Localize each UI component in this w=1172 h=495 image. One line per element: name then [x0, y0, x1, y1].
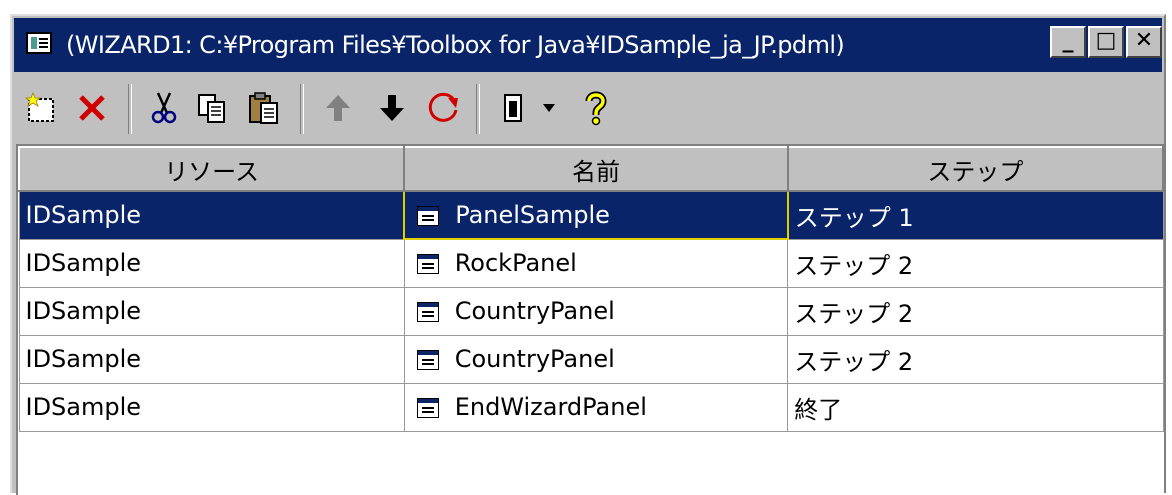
move-up-icon[interactable] — [316, 86, 360, 130]
copy-icon[interactable] — [190, 86, 234, 130]
cell-resource[interactable]: IDSample — [18, 382, 405, 432]
toolbar-separator — [476, 84, 480, 134]
cell-step[interactable]: ステップ 2 — [787, 334, 1164, 384]
cell-name-text: EndWizardPanel — [454, 393, 647, 421]
table-row[interactable]: IDSample CountryPanel ステップ 2 — [18, 286, 1164, 336]
refresh-icon[interactable] — [422, 86, 466, 130]
cell-resource[interactable]: IDSample — [18, 238, 405, 288]
toolbar-separator — [300, 84, 304, 134]
column-header-resource[interactable]: リソース — [17, 146, 406, 192]
cell-name-text: PanelSample — [455, 201, 610, 229]
panel-icon — [417, 206, 440, 226]
cell-name-text: CountryPanel — [454, 345, 615, 373]
cell-name-text: RockPanel — [454, 249, 577, 278]
panel-icon — [416, 350, 439, 370]
cut-icon[interactable] — [142, 86, 186, 130]
table-row[interactable]: IDSample PanelSample ステップ 1 — [18, 190, 1164, 240]
app-icon[interactable] — [26, 32, 52, 54]
toolbar-separator — [128, 84, 132, 134]
cell-step[interactable]: 終了 — [787, 382, 1164, 432]
cell-name[interactable]: RockPanel — [403, 238, 789, 288]
panel-icon — [416, 302, 439, 322]
column-header-step[interactable]: ステップ — [786, 146, 1165, 192]
window-title: (WIZARD1: C:¥Program Files¥Toolbox for J… — [66, 31, 845, 59]
maximize-button[interactable]: □ — [1088, 26, 1124, 58]
cell-step[interactable]: ステップ 2 — [787, 238, 1164, 288]
cell-resource[interactable]: IDSample — [18, 190, 405, 240]
cell-resource[interactable]: IDSample — [18, 286, 405, 336]
dropdown-arrow-icon[interactable] — [534, 86, 564, 130]
delete-icon[interactable] — [70, 86, 114, 130]
minimize-button[interactable]: _ — [1050, 26, 1086, 58]
properties-icon[interactable] — [492, 86, 536, 130]
title-bar[interactable]: (WIZARD1: C:¥Program Files¥Toolbox for J… — [14, 18, 1162, 72]
cell-resource[interactable]: IDSample — [18, 334, 405, 384]
cell-step[interactable]: ステップ 2 — [787, 286, 1164, 336]
wizard-window: (WIZARD1: C:¥Program Files¥Toolbox for J… — [10, 14, 1166, 495]
table-row[interactable]: IDSample EndWizardPanel 終了 — [18, 382, 1164, 432]
cell-name-text: CountryPanel — [454, 297, 615, 325]
cell-name[interactable]: PanelSample — [403, 190, 789, 240]
column-header-name[interactable]: 名前 — [403, 146, 789, 192]
toolbar — [14, 78, 1162, 140]
cell-name[interactable]: CountryPanel — [403, 286, 789, 336]
cell-name[interactable]: EndWizardPanel — [403, 382, 789, 432]
move-down-icon[interactable] — [370, 86, 414, 130]
table-row[interactable]: IDSample RockPanel ステップ 2 — [18, 238, 1164, 288]
close-button[interactable]: ✕ — [1126, 26, 1162, 58]
help-icon[interactable] — [574, 86, 618, 130]
panel-icon — [416, 254, 439, 275]
cell-name[interactable]: CountryPanel — [403, 334, 789, 384]
panel-icon — [416, 398, 439, 418]
cell-step[interactable]: ステップ 1 — [787, 190, 1164, 240]
new-icon[interactable] — [20, 86, 64, 130]
table-row[interactable]: IDSample CountryPanel ステップ 2 — [18, 334, 1164, 384]
paste-icon[interactable] — [242, 86, 286, 130]
panel-table: リソース 名前 ステップ IDSample PanelSample ステップ 1… — [16, 144, 1165, 495]
